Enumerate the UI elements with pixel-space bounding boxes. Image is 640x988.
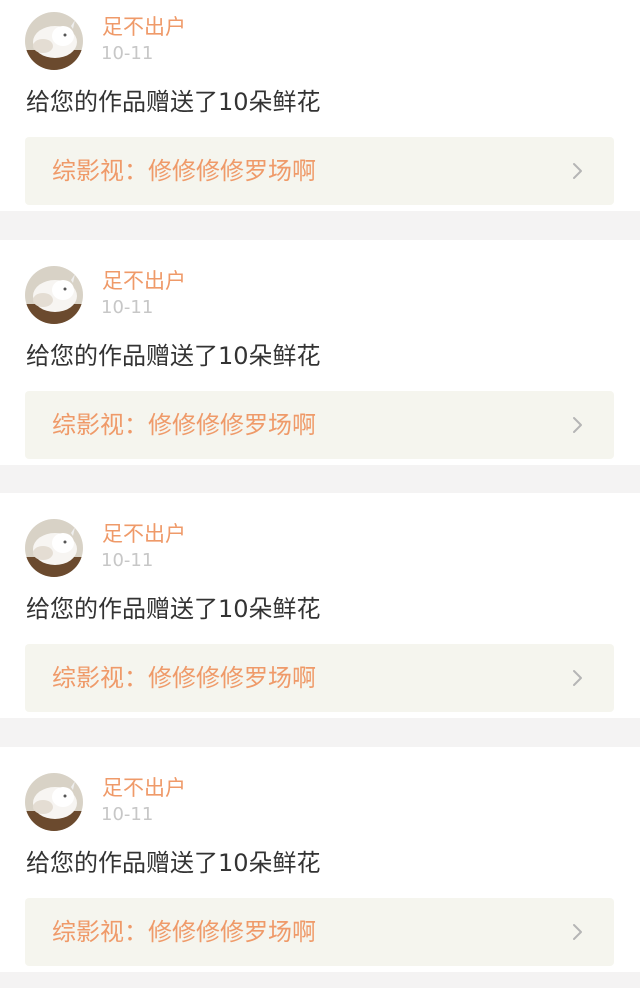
sender-name[interactable]: 足不出户	[102, 14, 186, 40]
work-title: 综影视：修修修修罗场啊	[52, 664, 316, 692]
chevron-right-icon	[573, 924, 582, 940]
notification-message: 给您的作品赠送了10朵鲜花	[26, 595, 321, 623]
work-link[interactable]: 综影视：修修修修罗场啊	[25, 644, 614, 712]
work-link[interactable]: 综影视：修修修修罗场啊	[25, 898, 614, 966]
sender-name[interactable]: 足不出户	[102, 775, 186, 801]
cat-avatar-icon[interactable]	[25, 12, 83, 70]
work-title: 综影视：修修修修罗场啊	[52, 157, 316, 185]
notification-card: 足不出户 10-11 给您的作品赠送了10朵鲜花 综影视：修修修修罗场啊	[0, 493, 640, 718]
notification-date: 10-11	[101, 804, 154, 825]
work-title: 综影视：修修修修罗场啊	[52, 411, 316, 439]
notification-date: 10-11	[101, 297, 154, 318]
notification-card: 足不出户 10-11 给您的作品赠送了10朵鲜花 综影视：修修修修罗场啊	[0, 240, 640, 465]
notification-date: 10-11	[101, 550, 154, 571]
sender-name[interactable]: 足不出户	[102, 268, 186, 294]
cat-avatar-icon[interactable]	[25, 773, 83, 831]
chevron-right-icon	[573, 417, 582, 433]
chevron-right-icon	[573, 670, 582, 686]
notification-message: 给您的作品赠送了10朵鲜花	[26, 342, 321, 370]
work-title: 综影视：修修修修罗场啊	[52, 918, 316, 946]
notification-card: 足不出户 10-11 给您的作品赠送了10朵鲜花 综影视：修修修修罗场啊	[0, 0, 640, 211]
notification-message: 给您的作品赠送了10朵鲜花	[26, 849, 321, 877]
work-link[interactable]: 综影视：修修修修罗场啊	[25, 391, 614, 459]
sender-name[interactable]: 足不出户	[102, 521, 186, 547]
cat-avatar-icon[interactable]	[25, 519, 83, 577]
cat-avatar-icon[interactable]	[25, 266, 83, 324]
notification-list-page: 足不出户 10-11 给您的作品赠送了10朵鲜花 综影视：修修修修罗场啊 足不出…	[0, 0, 640, 988]
work-link[interactable]: 综影视：修修修修罗场啊	[25, 137, 614, 205]
notification-card: 足不出户 10-11 给您的作品赠送了10朵鲜花 综影视：修修修修罗场啊	[0, 747, 640, 972]
notification-message: 给您的作品赠送了10朵鲜花	[26, 88, 321, 116]
chevron-right-icon	[573, 163, 582, 179]
notification-date: 10-11	[101, 43, 154, 64]
